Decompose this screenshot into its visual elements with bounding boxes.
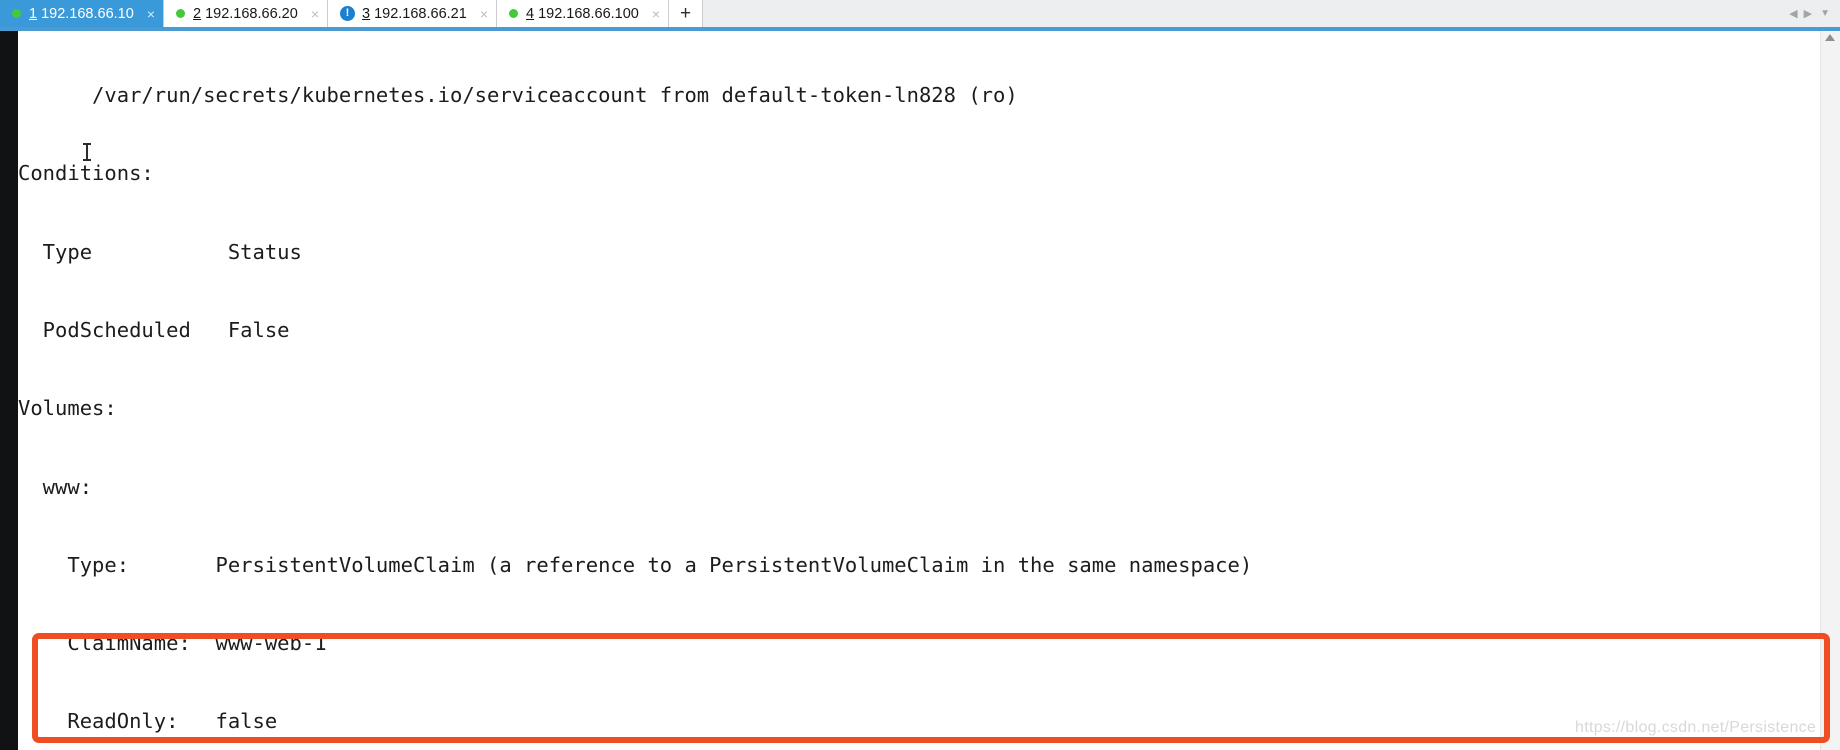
tab-192-168-66-100[interactable]: 4 192.168.66.100 × bbox=[497, 0, 670, 27]
scroll-tabs-left-icon[interactable]: ◀ bbox=[1787, 7, 1799, 20]
tab-list-menu-icon[interactable]: ▼ bbox=[1816, 8, 1834, 19]
connected-dot-icon bbox=[176, 9, 185, 18]
scroll-tabs-right-icon[interactable]: ▶ bbox=[1802, 7, 1814, 20]
terminal-line: www: bbox=[18, 474, 93, 499]
terminal-line: ReadOnly: false bbox=[18, 709, 278, 734]
tab-192-168-66-20[interactable]: 2 192.168.66.20 × bbox=[164, 0, 328, 27]
alert-badge-icon: ! bbox=[340, 6, 355, 21]
terminal-left-gutter bbox=[0, 31, 18, 750]
tab-bar-spacer bbox=[703, 0, 1787, 27]
tab-host: 192.168.66.10 bbox=[41, 5, 134, 22]
terminal-line: ClaimName: www-web-1 bbox=[18, 631, 327, 656]
tab-index: 4 bbox=[526, 5, 535, 22]
tab-index: 3 bbox=[362, 5, 371, 22]
terminal-line: /var/run/secrets/kubernetes.io/serviceac… bbox=[18, 83, 1018, 108]
close-icon[interactable]: × bbox=[311, 7, 319, 21]
connected-dot-icon bbox=[509, 9, 518, 18]
tab-192-168-66-21[interactable]: ! 3 192.168.66.21 × bbox=[328, 0, 497, 27]
tab-index: 1 bbox=[29, 5, 38, 22]
tab-host: 192.168.66.100 bbox=[538, 5, 639, 22]
tab-192-168-66-10[interactable]: 1 192.168.66.10 × bbox=[0, 0, 164, 27]
terminal-body[interactable]: /var/run/secrets/kubernetes.io/serviceac… bbox=[0, 31, 1840, 750]
terminal-output: /var/run/secrets/kubernetes.io/serviceac… bbox=[18, 31, 1818, 750]
terminal-line: Conditions: bbox=[18, 161, 154, 186]
terminal-line: Volumes: bbox=[18, 396, 117, 421]
terminal-window: 1 192.168.66.10 × 2 192.168.66.20 × ! 3 … bbox=[0, 0, 1840, 750]
scroll-up-arrow-icon[interactable] bbox=[1825, 34, 1835, 41]
tab-index: 2 bbox=[193, 5, 202, 22]
tab-bar: 1 192.168.66.10 × 2 192.168.66.20 × ! 3 … bbox=[0, 0, 1840, 31]
mouse-ibeam-cursor bbox=[83, 143, 91, 161]
vertical-scrollbar[interactable] bbox=[1820, 31, 1840, 750]
close-icon[interactable]: × bbox=[480, 7, 488, 21]
tab-host: 192.168.66.20 bbox=[205, 5, 298, 22]
tab-host: 192.168.66.21 bbox=[374, 5, 467, 22]
tab-navigation-controls: ◀ ▶ ▼ bbox=[1787, 0, 1840, 27]
terminal-line: Type: PersistentVolumeClaim (a reference… bbox=[18, 552, 1253, 577]
connected-dot-icon bbox=[12, 9, 21, 18]
terminal-line: PodScheduled False bbox=[18, 318, 290, 343]
close-icon[interactable]: × bbox=[652, 7, 660, 21]
watermark: https://blog.csdn.net/Persistence bbox=[1575, 719, 1817, 736]
close-icon[interactable]: × bbox=[147, 7, 155, 21]
terminal-line: Type Status bbox=[18, 239, 302, 264]
new-tab-button[interactable]: + bbox=[669, 0, 704, 27]
